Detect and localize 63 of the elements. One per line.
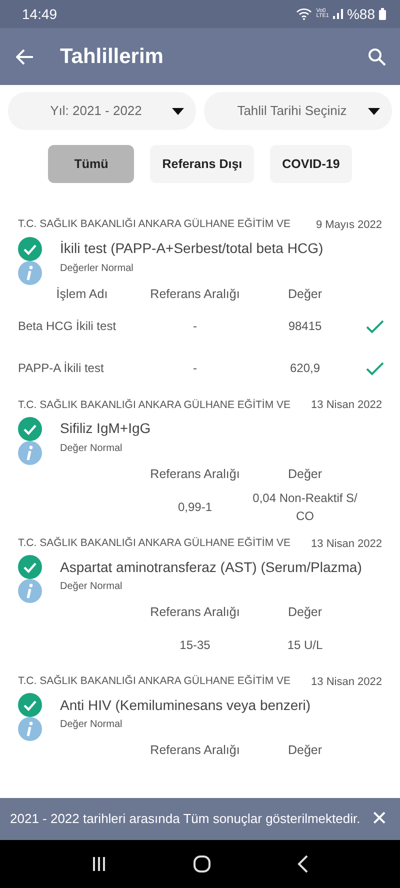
info-icon — [18, 579, 42, 603]
result-date: 9 Mayıs 2022 — [316, 218, 382, 233]
snackbar-message: 2021 - 2022 tarihleri arasında Tüm sonuçlar gösterilmektedir. — [10, 810, 360, 828]
table-cell-text: 98415 — [287, 318, 323, 336]
table-cell-text: 15 U/L — [286, 636, 324, 654]
column-header: Referans Aralığı — [149, 604, 241, 621]
test-title: İkili test (PAPP-A+Serbest/total beta HCG) — [60, 239, 324, 258]
column-header: Değer — [286, 286, 324, 303]
back-icon[interactable] — [297, 855, 309, 873]
test-title: Anti HIV (Kemiluminesans veya benzeri) — [60, 696, 311, 715]
search-button[interactable] — [368, 48, 386, 66]
battery-level: %88 — [346, 4, 375, 24]
info-icon — [18, 717, 42, 742]
status-check-icon — [18, 555, 42, 579]
back-button[interactable] — [16, 48, 34, 64]
close-button[interactable]: ✕ — [371, 809, 388, 829]
filter-chip[interactable]: COVID-19 — [270, 145, 352, 183]
result-note: Değer Normal — [60, 442, 122, 456]
result-note: Değer Normal — [60, 580, 122, 594]
recent-apps-icon[interactable] — [91, 856, 107, 872]
table-cell-text: 15-35 — [178, 636, 212, 654]
test-title: Sifiliz IgM+IgG — [60, 419, 151, 438]
result-date: 13 Nisan 2022 — [311, 536, 382, 552]
table-cell-text: - — [192, 318, 198, 336]
caret-icon — [172, 108, 184, 114]
filter-chip[interactable]: Referans Dışı — [150, 145, 254, 183]
home-icon[interactable] — [193, 855, 211, 873]
status-check-icon — [18, 693, 42, 718]
institution-name: T.C. SAĞLIK BAKANLIĞI ANKARA GÜLHANE EĞİTİM VE — [18, 674, 290, 690]
status-check-icon — [18, 416, 42, 441]
table-cell-text: 620,9 — [288, 360, 322, 378]
result-date: 13 Nisan 2022 — [311, 674, 382, 690]
table-cell-text: Beta HCG İkili test — [18, 318, 118, 336]
column-header: Referans Aralığı — [149, 742, 241, 760]
dropdown[interactable]: Tahlil Tarihi Seçiniz — [204, 92, 392, 130]
result-date: 13 Nisan 2022 — [311, 398, 382, 414]
signal-icon — [332, 9, 343, 19]
wifi-icon — [296, 8, 312, 20]
column-header: Değer — [286, 466, 324, 483]
test-title: Aspartat aminotransferaz (AST) (Serum/Plazma) — [60, 558, 362, 577]
info-icon — [18, 440, 42, 465]
table-cell-text: 0,04 Non-Reaktif S/ CO — [252, 490, 358, 524]
table-cell-text: 0,99-1 — [176, 498, 214, 516]
table-cell-text: PAPP-A İkili test — [18, 360, 105, 378]
institution-name: T.C. SAĞLIK BAKANLIĞI ANKARA GÜLHANE EĞİTİM VE — [18, 398, 290, 413]
info-icon — [18, 260, 42, 284]
institution-name: T.C. SAĞLIK BAKANLIĞI ANKARA GÜLHANE EĞİTİM VE — [18, 217, 290, 232]
dropdown[interactable]: Yıl: 2021 - 2022 — [8, 92, 196, 130]
column-header: Referans Aralığı — [149, 466, 241, 483]
status-check-icon — [18, 236, 42, 260]
result-note: Değerler Normal — [60, 262, 134, 276]
filter-chip[interactable]: Tümü — [48, 145, 134, 183]
result-note: Değer Normal — [60, 718, 122, 732]
app-title: Tahlillerim — [60, 44, 164, 70]
battery-icon — [379, 8, 386, 20]
column-header: Referans Aralığı — [149, 286, 241, 303]
column-header: Değer — [286, 742, 324, 760]
institution-name: T.C. SAĞLIK BAKANLIĞI ANKARA GÜLHANE EĞİTİM VE — [18, 536, 290, 551]
status-time: 14:49 — [22, 4, 58, 24]
column-header: İşlem Adı — [55, 286, 109, 303]
table-cell-text: - — [192, 360, 198, 378]
caret-icon — [368, 108, 380, 114]
column-header: Değer — [286, 604, 324, 621]
